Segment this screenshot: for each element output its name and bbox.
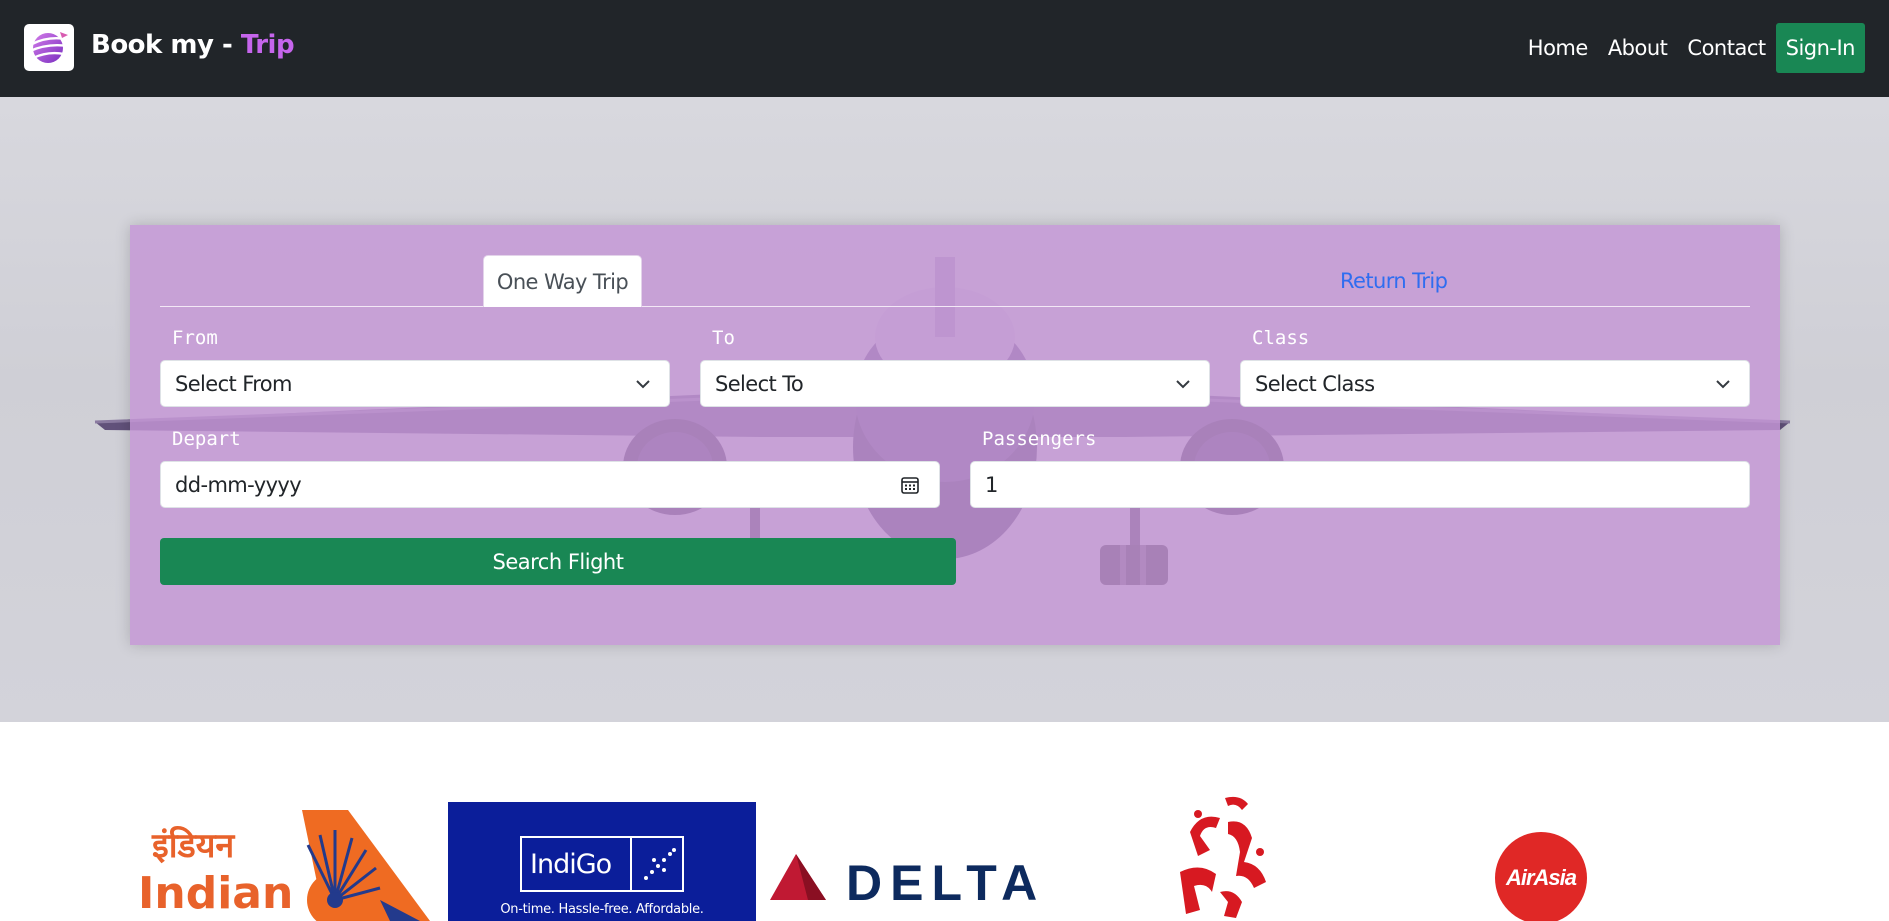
- brand-title-prefix: Book my -: [91, 30, 241, 60]
- class-select-value: Select Class: [1255, 371, 1375, 396]
- nav-link-contact[interactable]: Contact: [1687, 36, 1766, 60]
- chevron-down-icon: [636, 380, 650, 389]
- class-label: Class: [1252, 327, 1310, 349]
- from-select[interactable]: Select From: [160, 360, 670, 407]
- indigo-logo-tagline: On-time. Hassle-free. Affordable.: [500, 902, 704, 917]
- chevron-down-icon: [1176, 380, 1190, 389]
- to-select-value: Select To: [715, 371, 804, 396]
- delta-logo-name: DELTA: [846, 855, 1045, 911]
- nav-links: Home About Contact Sign-In: [1508, 23, 1865, 73]
- emirates-logo[interactable]: [1170, 792, 1285, 921]
- nav-link-about[interactable]: About: [1608, 36, 1668, 60]
- airline-logos-strip: इंडियन Indian IndiGo On-time. Hassle-fre…: [0, 722, 1889, 921]
- air-india-logo[interactable]: इंडियन Indian: [130, 810, 430, 921]
- calendar-icon[interactable]: [899, 474, 921, 496]
- passengers-label: Passengers: [982, 428, 1097, 450]
- to-label: To: [712, 327, 735, 349]
- from-label: From: [172, 327, 218, 349]
- airasia-logo[interactable]: AirAsia: [1493, 830, 1589, 921]
- indigo-logo-box: IndiGo: [520, 836, 684, 892]
- brand-logo-icon[interactable]: [24, 24, 74, 71]
- from-select-value: Select From: [175, 371, 292, 396]
- delta-logo[interactable]: DELTA: [768, 852, 1068, 912]
- nav-link-home[interactable]: Home: [1528, 36, 1589, 60]
- tab-return-trip[interactable]: Return Trip: [1340, 255, 1448, 307]
- passengers-input[interactable]: 1: [970, 461, 1750, 508]
- signin-button[interactable]: Sign-In: [1775, 23, 1865, 73]
- indigo-logo-name: IndiGo: [530, 848, 612, 880]
- tab-one-way-trip[interactable]: One Way Trip: [483, 255, 642, 307]
- air-india-logo-latin: Indian: [138, 868, 293, 919]
- air-india-logo-devanagari: इंडियन: [151, 825, 235, 866]
- passengers-value: 1: [985, 472, 998, 497]
- brand-title[interactable]: Book my - Trip: [91, 30, 295, 60]
- to-select[interactable]: Select To: [700, 360, 1210, 407]
- chevron-down-icon: [1716, 380, 1730, 389]
- depart-date-input[interactable]: dd-mm-yyyy: [160, 461, 940, 508]
- airasia-logo-name: AirAsia: [1505, 865, 1577, 890]
- indigo-plane-icon: [644, 848, 676, 880]
- hero-section: One Way Trip Return Trip From To Class S…: [0, 97, 1889, 722]
- class-select[interactable]: Select Class: [1240, 360, 1750, 407]
- brand-title-accent: Trip: [240, 30, 295, 60]
- flight-search-panel: One Way Trip Return Trip From To Class S…: [130, 225, 1780, 645]
- navbar: Book my - Trip Home About Contact Sign-I…: [0, 0, 1889, 97]
- search-flight-button[interactable]: Search Flight: [160, 538, 956, 585]
- depart-date-value: dd-mm-yyyy: [175, 472, 302, 497]
- depart-label: Depart: [172, 428, 241, 450]
- trip-type-tabs: One Way Trip Return Trip: [160, 255, 1750, 307]
- indigo-logo[interactable]: IndiGo On-time. Hassle-free. Affordable.: [448, 802, 756, 921]
